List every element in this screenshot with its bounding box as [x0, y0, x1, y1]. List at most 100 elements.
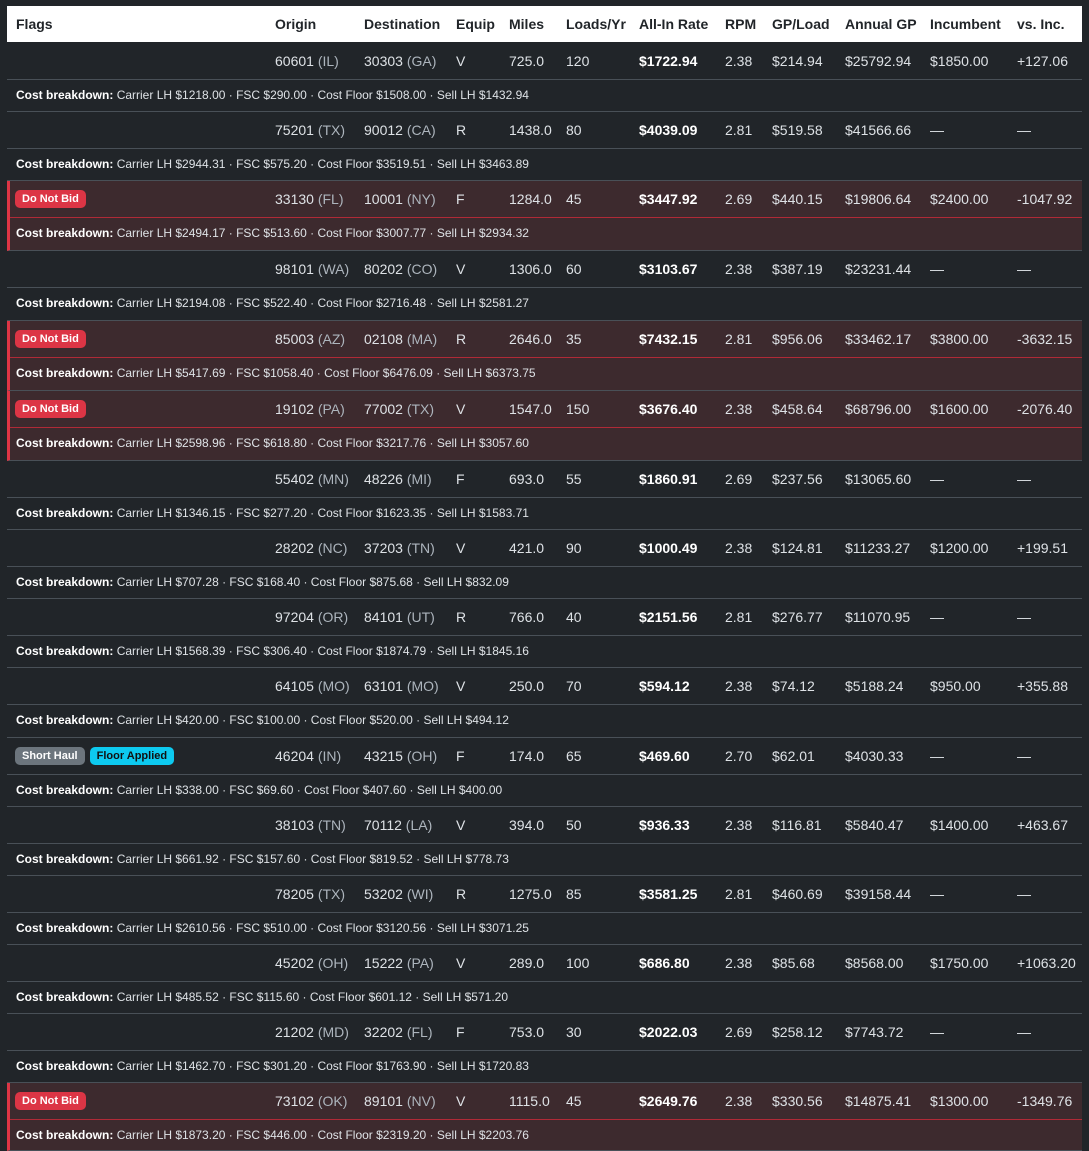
cost-breakdown: Cost breakdown: Carrier LH $661.92 · FSC… — [16, 844, 509, 874]
all-in-rate-cell: $3103.67 — [639, 261, 698, 277]
cost-breakdown: Cost breakdown: Carrier LH $420.00 · FSC… — [16, 705, 509, 735]
equip-cell: R — [456, 886, 467, 902]
origin-cell-zip: 85003 — [275, 331, 314, 347]
destination-cell-zip: 10001 — [364, 191, 403, 207]
destination-cell: 30303 (GA) — [364, 43, 436, 80]
header-equip[interactable]: Equip — [456, 6, 495, 42]
origin-cell-zip: 75201 — [275, 122, 314, 138]
vs-incumbent-cell: — — [1017, 609, 1031, 625]
annual-gp-cell: $8568.00 — [845, 955, 904, 971]
all-in-rate-cell: $469.60 — [639, 748, 690, 764]
destination-cell: 10001 (NY) — [364, 181, 436, 218]
all-in-rate-cell: $3676.40 — [639, 401, 698, 417]
do-not-bid-badge: Do Not Bid — [15, 1092, 86, 1110]
short-haul-badge: Short Haul — [15, 747, 85, 765]
header-destination[interactable]: Destination — [364, 6, 440, 42]
gp-load-cell: $237.56 — [772, 471, 823, 487]
incumbent-cell: $3800.00 — [930, 331, 989, 347]
rpm-cell: 2.38 — [725, 540, 753, 556]
origin-cell: 46204 (IN) — [275, 738, 341, 775]
header-origin[interactable]: Origin — [275, 6, 316, 42]
header-incumbent[interactable]: Incumbent — [930, 6, 1001, 42]
cost-breakdown-text: Carrier LH $2194.08 · FSC $522.40 · Cost… — [116, 296, 529, 310]
origin-cell-state: (OR) — [317, 609, 349, 625]
header-all-in-rate[interactable]: All-In Rate — [639, 6, 708, 42]
destination-cell-zip: 15222 — [364, 955, 403, 971]
header-miles[interactable]: Miles — [509, 6, 544, 42]
annual-gp-cell: $14875.41 — [845, 1093, 912, 1109]
origin-cell-state: (IN) — [317, 748, 342, 764]
destination-cell: 48226 (MI) — [364, 461, 432, 498]
gp-load-cell: $330.56 — [772, 1093, 823, 1109]
incumbent-cell: — — [930, 748, 944, 764]
origin-cell-state: (MD) — [317, 1024, 349, 1040]
destination-cell-state: (OH) — [406, 748, 438, 764]
cost-breakdown-label: Cost breakdown: — [16, 852, 114, 866]
table-row[interactable]: Do Not Bid 19102 (PA) 77002 (TX) V 1547.0 150… — [7, 391, 1082, 461]
equip-cell: F — [456, 748, 465, 764]
destination-cell: 89101 (NV) — [364, 1083, 436, 1120]
lane-row-main: 64105 (MO) 63101 (MO) V 250.0 70 $594.12 2.38 $… — [7, 668, 1082, 705]
destination-cell: 15222 (PA) — [364, 945, 434, 982]
destination-cell-zip: 84101 — [364, 609, 403, 625]
origin-cell: 64105 (MO) — [275, 668, 350, 705]
table-row[interactable]: 21202 (MD) 32202 (FL) F 753.0 30 $2022.03 2.69… — [7, 1014, 1082, 1083]
equip-cell: V — [456, 678, 466, 694]
cost-breakdown-label: Cost breakdown: — [16, 226, 114, 240]
header-gp-per-load[interactable]: GP/Load — [772, 6, 830, 42]
table-row[interactable]: Short Haul Floor Applied 46204 (IN) 43215 (… — [7, 738, 1082, 807]
destination-cell-state: (MI) — [406, 471, 432, 487]
rpm-cell: 2.38 — [725, 53, 753, 69]
cost-breakdown-text: Carrier LH $707.28 · FSC $168.40 · Cost … — [116, 575, 509, 589]
cost-breakdown: Cost breakdown: Carrier LH $707.28 · FSC… — [16, 567, 509, 597]
cost-breakdown-text: Carrier LH $1568.39 · FSC $306.40 · Cost… — [116, 644, 529, 658]
table-row[interactable]: 98101 (WA) 80202 (CO) V 1306.0 60 $3103.67 2.3… — [7, 251, 1082, 321]
table-row[interactable]: 78205 (TX) 53202 (WI) R 1275.0 85 $3581.25 2.8… — [7, 876, 1082, 945]
header-rpm[interactable]: RPM — [725, 6, 756, 42]
header-annual-gp[interactable]: Annual GP — [845, 6, 917, 42]
destination-cell: 02108 (MA) — [364, 321, 437, 358]
cost-breakdown: Cost breakdown: Carrier LH $1873.20 · FS… — [16, 1120, 529, 1150]
table-row[interactable]: Do Not Bid 85003 (AZ) 02108 (MA) R 2646.0 35 $… — [7, 321, 1082, 391]
cost-breakdown: Cost breakdown: Carrier LH $1218.00 · FS… — [16, 80, 529, 110]
incumbent-cell: — — [930, 609, 944, 625]
destination-cell-zip: 89101 — [364, 1093, 403, 1109]
header-flags[interactable]: Flags — [16, 6, 53, 42]
rpm-cell: 2.69 — [725, 471, 753, 487]
table-row[interactable]: 38103 (TN) 70112 (LA) V 394.0 50 $936.33 2.38 $… — [7, 807, 1082, 876]
table-row[interactable]: 75201 (TX) 90012 (CA) R 1438.0 80 $4039.09 2.8… — [7, 112, 1082, 181]
table-row[interactable]: 45202 (OH) 15222 (PA) V 289.0 100 $686.80 2.38… — [7, 945, 1082, 1014]
lane-row-main: 21202 (MD) 32202 (FL) F 753.0 30 $2022.03 2.69… — [7, 1014, 1082, 1051]
table-row[interactable]: Do Not Bid 73102 (OK) 89101 (NV) V 1115.0 45 $… — [7, 1083, 1082, 1151]
loads-cell: 30 — [566, 1024, 582, 1040]
cost-breakdown-text: Carrier LH $2494.17 · FSC $513.60 · Cost… — [116, 226, 529, 240]
cost-breakdown: Cost breakdown: Carrier LH $2944.31 · FS… — [16, 149, 529, 179]
origin-cell-zip: 46204 — [275, 748, 314, 764]
flag-badges: Do Not Bid — [15, 190, 91, 210]
origin-cell: 33130 (FL) — [275, 181, 344, 218]
cost-breakdown: Cost breakdown: Carrier LH $2598.96 · FS… — [16, 428, 529, 458]
table-row[interactable]: 28202 (NC) 37203 (TN) V 421.0 90 $1000.49 2.38… — [7, 530, 1082, 599]
equip-cell: V — [456, 401, 466, 417]
origin-cell: 21202 (MD) — [275, 1014, 349, 1051]
cost-breakdown-text: Carrier LH $661.92 · FSC $157.60 · Cost … — [116, 852, 509, 866]
vs-incumbent-cell: +463.67 — [1017, 817, 1068, 833]
incumbent-cell: $1300.00 — [930, 1093, 989, 1109]
table-row[interactable]: 97204 (OR) 84101 (UT) R 766.0 40 $2151.56 2.81… — [7, 599, 1082, 668]
loads-cell: 85 — [566, 886, 582, 902]
table-row[interactable]: 64105 (MO) 63101 (MO) V 250.0 70 $594.12 2.38 $… — [7, 668, 1082, 738]
lane-row-main: Short Haul Floor Applied 46204 (IN) 43215 (… — [7, 738, 1082, 775]
header-vs-incumbent[interactable]: vs. Inc. — [1017, 6, 1064, 42]
destination-cell: 63101 (MO) — [364, 668, 439, 705]
destination-cell-zip: 30303 — [364, 53, 403, 69]
table-row[interactable]: 55402 (MN) 48226 (MI) F 693.0 55 $1860.91 2.69… — [7, 461, 1082, 530]
incumbent-cell: $1750.00 — [930, 955, 989, 971]
table-row[interactable]: Do Not Bid 33130 (FL) 10001 (NY) F 1284.0 45 $… — [7, 181, 1082, 251]
header-loads-per-year[interactable]: Loads/Yr — [566, 6, 626, 42]
miles-cell: 1547.0 — [509, 401, 552, 417]
gp-load-cell: $440.15 — [772, 191, 823, 207]
flag-badges: Do Not Bid — [15, 330, 91, 350]
rpm-cell: 2.38 — [725, 401, 753, 417]
origin-cell: 19102 (PA) — [275, 391, 345, 428]
table-row[interactable]: 60601 (IL) 30303 (GA) V 725.0 120 $1722.94 2.3… — [7, 43, 1082, 112]
